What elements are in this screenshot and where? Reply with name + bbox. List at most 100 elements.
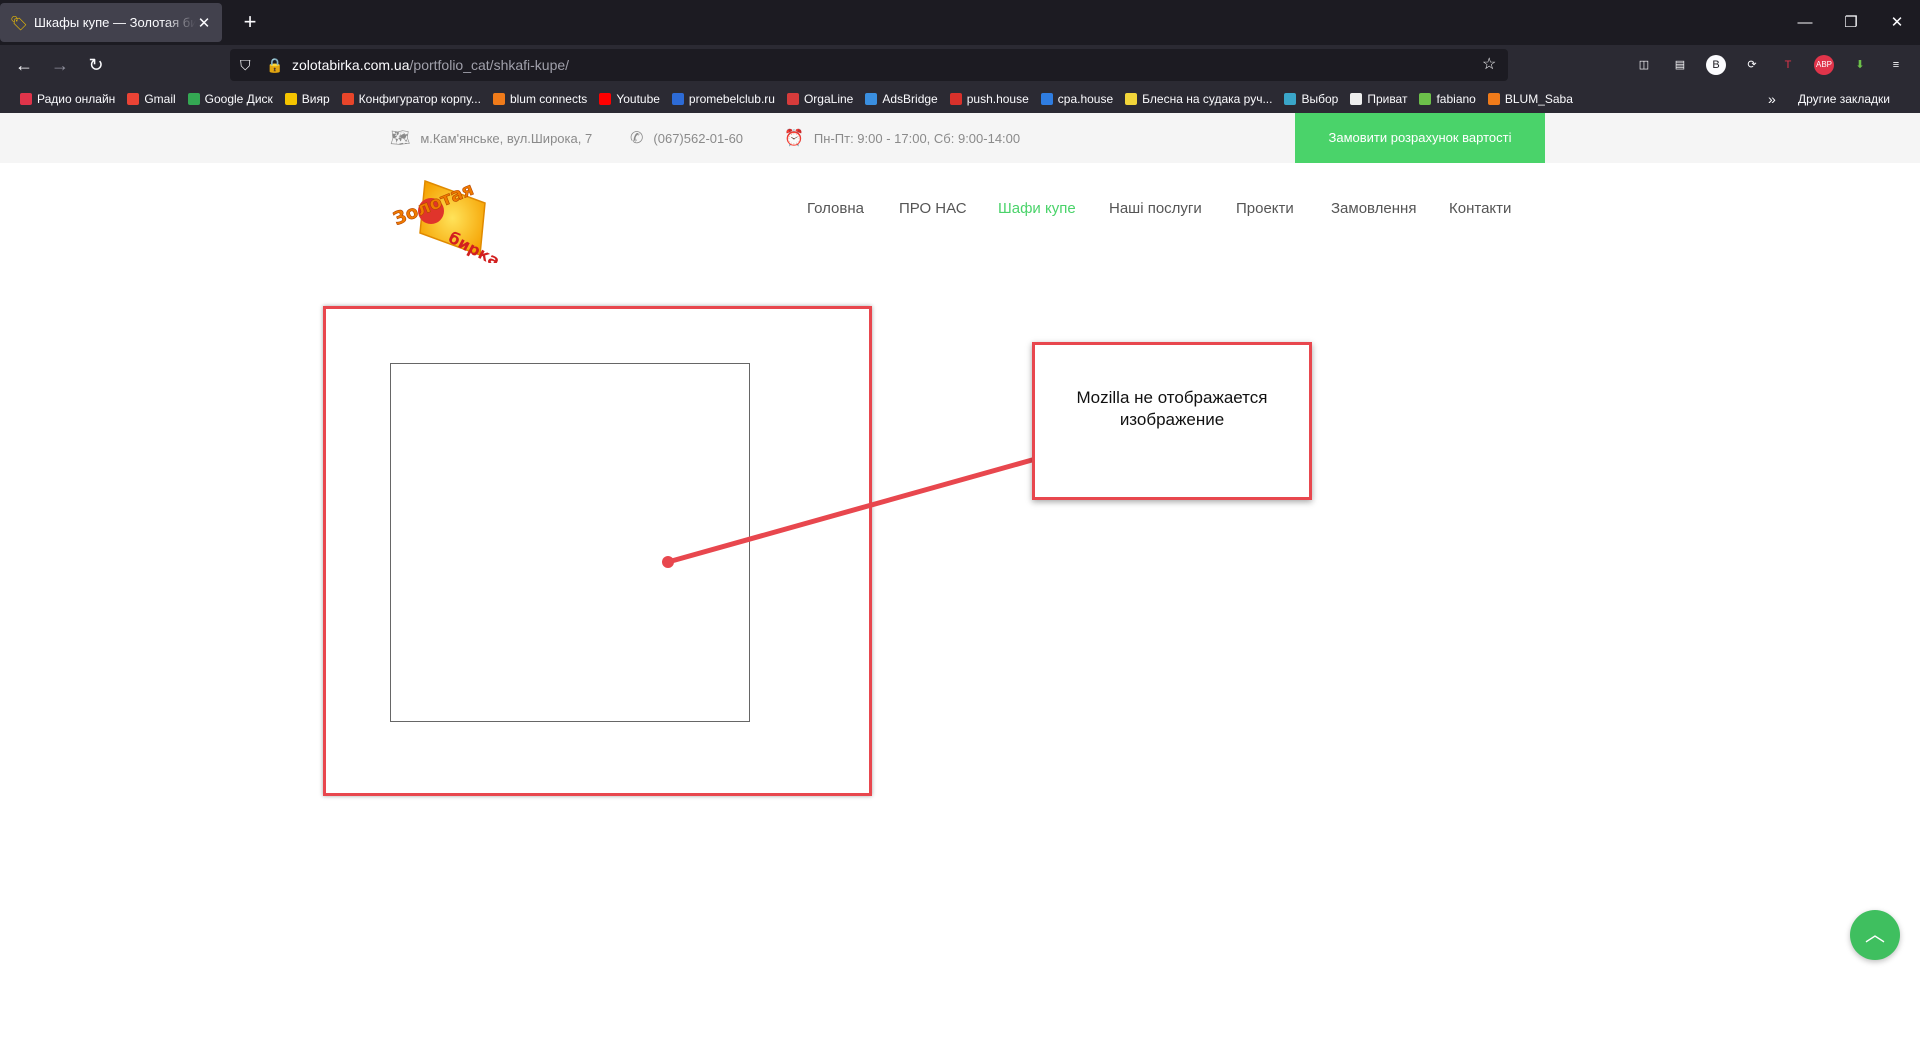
- nav-item[interactable]: Контакти: [1449, 200, 1511, 217]
- bookmark-item[interactable]: Gmail: [127, 92, 176, 106]
- other-bookmarks[interactable]: Другие закладки: [1798, 85, 1890, 113]
- bookmark-label: Радио онлайн: [37, 92, 116, 106]
- broken-image-placeholder: [390, 363, 750, 722]
- callout-text: Mozilla не отображается изображение: [1076, 388, 1268, 429]
- adblock-icon[interactable]: ABP: [1814, 55, 1834, 75]
- restore-icon[interactable]: ❐: [1828, 0, 1874, 45]
- bookmark-favicon-icon: [20, 93, 32, 105]
- lock-icon[interactable]: 🔒: [266, 49, 283, 81]
- phone-info[interactable]: ✆ (067)562-01-60: [630, 113, 743, 163]
- shield-icon[interactable]: ⛉: [240, 49, 251, 81]
- minimize-icon[interactable]: —: [1782, 0, 1828, 45]
- bookmark-label: promebelclub.ru: [688, 92, 775, 106]
- bookmark-item[interactable]: fabiano: [1419, 92, 1476, 106]
- forward-icon[interactable]: →: [44, 49, 76, 81]
- pocket-icon[interactable]: ◫: [1634, 55, 1654, 75]
- download-extension-icon[interactable]: ⬇: [1850, 55, 1870, 75]
- bookmark-item[interactable]: OrgaLine: [786, 92, 853, 106]
- address-text: м.Кам'янське, вул.Широка, 7: [420, 130, 593, 146]
- bookmarks-bar: Радио онлайн Gmail Google Диск Вияр Конфигур…: [0, 85, 1920, 113]
- bookmark-label: Приват: [1367, 92, 1408, 106]
- reload-icon[interactable]: ↻: [80, 49, 112, 81]
- browser-nav-bar: ← → ↻ ⛉ 🔒 zolotabirka.com.ua/portfolio_c…: [0, 45, 1920, 85]
- bookmark-favicon-icon: [1040, 93, 1053, 105]
- clock-icon: ⏰: [784, 130, 804, 147]
- bookmark-item[interactable]: blum connects: [492, 92, 588, 106]
- nav-item[interactable]: Шафи купе: [998, 200, 1076, 217]
- bookmark-item[interactable]: cpa.house: [1040, 92, 1114, 106]
- phone-icon: ✆: [630, 130, 644, 147]
- bookmark-label: cpa.house: [1057, 92, 1114, 106]
- nav-item[interactable]: Замовлення: [1331, 200, 1416, 217]
- sync-extension-icon[interactable]: ⟳: [1742, 55, 1762, 75]
- bookmark-favicon-icon: [127, 93, 140, 105]
- star-bookmark-icon[interactable]: ☆: [1482, 49, 1496, 81]
- bookmark-item[interactable]: Google Диск: [187, 92, 273, 106]
- chevron-up-icon: ︿: [1865, 924, 1885, 946]
- annotation-callout: Mozilla не отображается изображение: [1032, 342, 1312, 500]
- bookmark-item[interactable]: Радио онлайн: [20, 92, 115, 106]
- bookmarks-overflow-icon[interactable]: »: [1768, 85, 1776, 113]
- bookmark-item[interactable]: Выбор: [1284, 92, 1338, 106]
- bookmark-favicon-icon: [341, 93, 354, 105]
- back-icon[interactable]: ←: [8, 49, 40, 81]
- extension-b-icon[interactable]: B: [1706, 55, 1726, 75]
- bookmark-label: Google Диск: [204, 92, 273, 106]
- bookmark-favicon-icon: [865, 93, 878, 105]
- bookmark-favicon-icon: [1284, 93, 1297, 105]
- browser-tab-bar: 🏷 Шкафы купе — Золотая бирка ✕ + — ❐ ✕: [0, 0, 1920, 45]
- url-text[interactable]: zolotabirka.com.ua/portfolio_cat/shkafi-…: [292, 49, 569, 81]
- tag-favicon-icon: 🏷: [10, 14, 28, 31]
- t-extension-icon[interactable]: T: [1778, 55, 1798, 75]
- close-window-icon[interactable]: ✕: [1874, 0, 1920, 45]
- bookmark-favicon-icon: [1419, 93, 1432, 105]
- map-icon: 🗺: [390, 130, 411, 147]
- bookmark-favicon-icon: [284, 93, 297, 105]
- tab-title: Шкафы купе — Золотая бирка: [34, 15, 196, 30]
- address-bar[interactable]: ⛉ 🔒 zolotabirka.com.ua/portfolio_cat/shk…: [230, 49, 1508, 81]
- bookmark-label: Youtube: [616, 92, 660, 106]
- reader-view-icon[interactable]: ▤: [1670, 55, 1690, 75]
- main-navigation: Головна ПРО НАС Шафи купе Наші послуги Проек…: [0, 200, 1920, 226]
- address-info: 🗺 м.Кам'янське, вул.Широка, 7: [390, 113, 592, 163]
- nav-item[interactable]: Проекти: [1236, 200, 1294, 217]
- site-info-bar: 🗺 м.Кам'янське, вул.Широка, 7 ✆ (067)562…: [0, 113, 1920, 163]
- bookmark-label: fabiano: [1436, 92, 1476, 106]
- bookmark-label: Блесна на судака руч...: [1142, 92, 1273, 106]
- bookmark-favicon-icon: [1125, 93, 1138, 105]
- bookmark-label: AdsBridge: [882, 92, 938, 106]
- bookmark-item[interactable]: Конфигуратор корпу...: [341, 92, 481, 106]
- url-host: zolotabirka.com.ua: [292, 57, 410, 73]
- bookmark-item[interactable]: Youtube: [599, 92, 660, 106]
- bookmark-item[interactable]: BLUM_Saba: [1487, 92, 1573, 106]
- nav-item[interactable]: Наші послуги: [1109, 200, 1202, 217]
- bookmark-favicon-icon: [599, 93, 612, 105]
- bookmark-favicon-icon: [1350, 93, 1363, 105]
- bookmark-label: Gmail: [144, 92, 176, 106]
- bookmark-label: Конфигуратор корпу...: [358, 92, 481, 106]
- hours-info: ⏰ Пн-Пт: 9:00 - 17:00, Сб: 9:00-14:00: [784, 113, 1020, 163]
- bookmark-item[interactable]: AdsBridge: [865, 92, 938, 106]
- url-path: /portfolio_cat/shkafi-kupe/: [409, 57, 570, 73]
- bookmark-item[interactable]: Вияр: [284, 92, 330, 106]
- new-tab-button[interactable]: +: [236, 8, 264, 36]
- bookmark-item[interactable]: Приват: [1350, 92, 1407, 106]
- bookmark-favicon-icon: [1487, 93, 1500, 105]
- bookmark-label: BLUM_Saba: [1504, 92, 1573, 106]
- order-estimate-button[interactable]: Замовити розрахунок вартості: [1295, 113, 1545, 163]
- nav-item[interactable]: Головна: [807, 200, 864, 217]
- nav-item[interactable]: ПРО НАС: [899, 200, 967, 217]
- bookmark-label: push.house: [966, 92, 1029, 106]
- close-tab-icon[interactable]: ✕: [196, 14, 212, 32]
- bookmark-item[interactable]: promebelclub.ru: [671, 92, 775, 106]
- bookmark-label: blum connects: [509, 92, 588, 106]
- menu-icon[interactable]: ≡: [1886, 55, 1906, 75]
- bookmark-item[interactable]: push.house: [949, 92, 1029, 106]
- bookmark-favicon-icon: [671, 93, 684, 105]
- bookmark-item[interactable]: Блесна на судака руч...: [1125, 92, 1272, 106]
- scroll-to-top-button[interactable]: ︿: [1850, 910, 1900, 960]
- browser-tab[interactable]: 🏷 Шкафы купе — Золотая бирка ✕: [0, 3, 222, 42]
- bookmark-favicon-icon: [949, 93, 962, 105]
- phone-text[interactable]: (067)562-01-60: [653, 131, 743, 146]
- bookmark-favicon-icon: [187, 93, 200, 105]
